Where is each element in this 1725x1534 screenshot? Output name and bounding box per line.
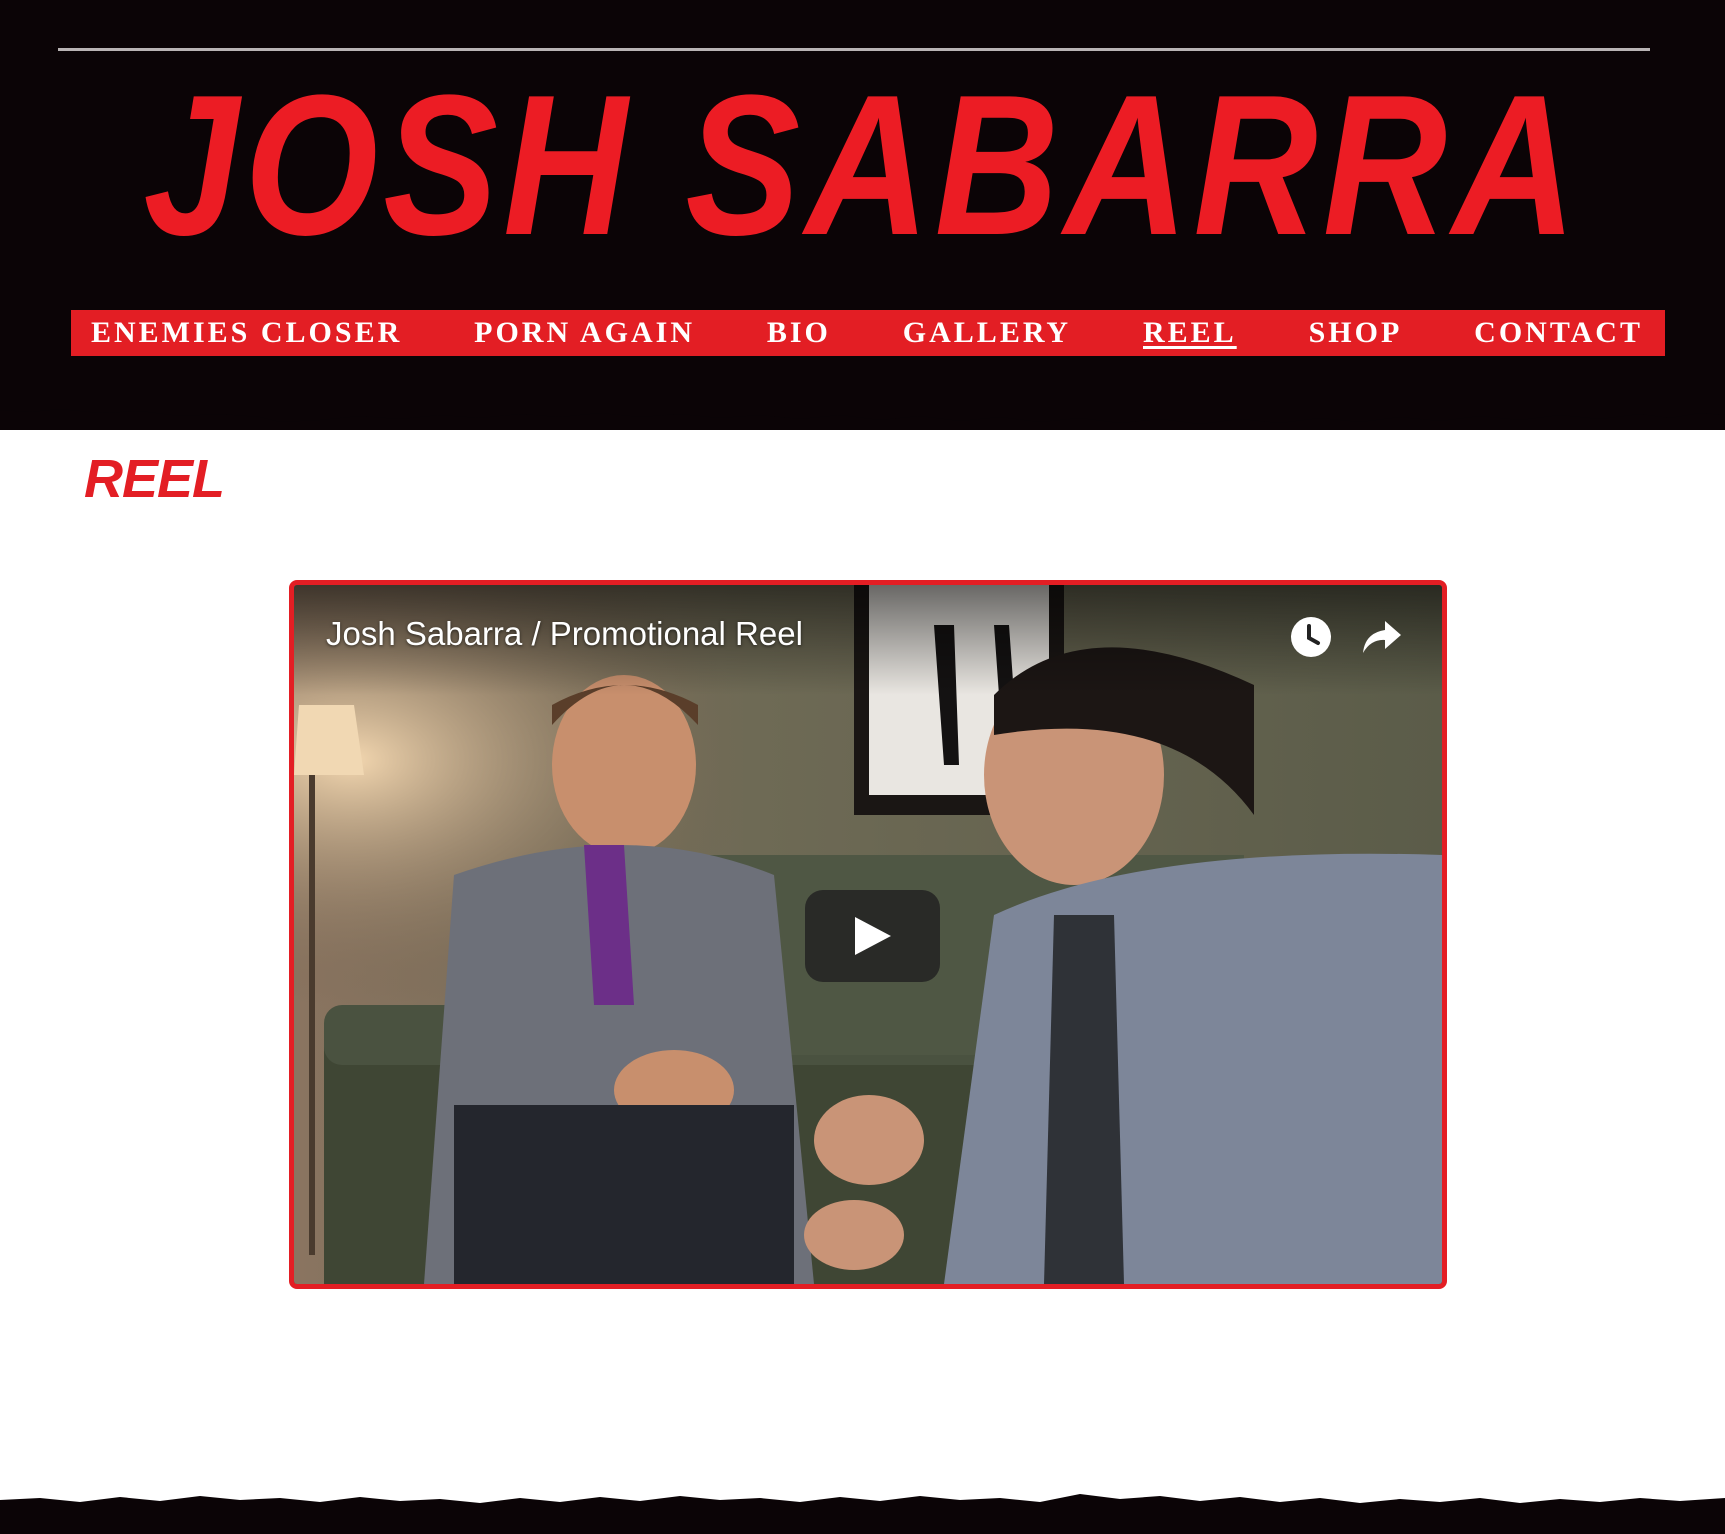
footer-torn-edge	[0, 1494, 1725, 1534]
nav-item-reel[interactable]: REEL	[1143, 310, 1237, 356]
main-nav: ENEMIES CLOSER PORN AGAIN BIO GALLERY RE…	[71, 310, 1665, 356]
nav-item-porn-again[interactable]: PORN AGAIN	[474, 310, 695, 356]
nav-item-shop[interactable]: SHOP	[1309, 310, 1403, 356]
nav-item-enemies-closer[interactable]: ENEMIES CLOSER	[91, 310, 402, 356]
header-torn-edge	[0, 395, 1725, 424]
nav-item-bio[interactable]: BIO	[767, 310, 831, 356]
site-title[interactable]: JOSH SABARRA	[121, 66, 1605, 266]
nav-item-gallery[interactable]: GALLERY	[903, 310, 1071, 356]
play-icon	[855, 917, 891, 955]
video-player[interactable]: Josh Sabarra / Promotional Reel	[289, 580, 1447, 1289]
page-title: REEL	[84, 449, 225, 509]
site-header: JOSH SABARRA ENEMIES CLOSER PORN AGAIN B…	[0, 0, 1725, 430]
play-button[interactable]	[805, 890, 940, 982]
share-arrow-icon[interactable]	[1359, 615, 1403, 659]
header-top-rule	[58, 48, 1650, 51]
nav-item-contact[interactable]: CONTACT	[1474, 310, 1643, 356]
video-title[interactable]: Josh Sabarra / Promotional Reel	[326, 615, 803, 653]
clock-icon[interactable]	[1289, 615, 1333, 659]
